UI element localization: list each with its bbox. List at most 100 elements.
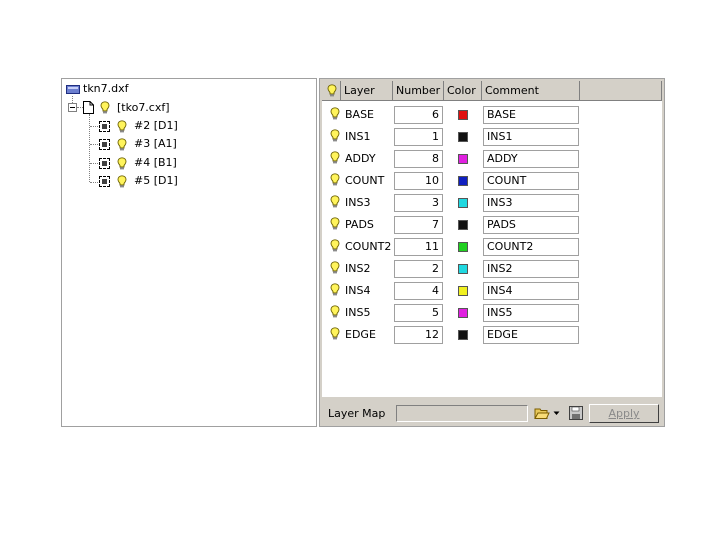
lightbulb-icon[interactable] xyxy=(330,129,340,142)
lightbulb-icon[interactable] xyxy=(117,120,127,133)
layer-name: INS1 xyxy=(345,130,371,143)
layer-number-field[interactable]: 4 xyxy=(394,282,443,300)
layer-comment-field[interactable]: COUNT xyxy=(483,172,579,190)
open-layer-map-button[interactable] xyxy=(532,405,562,422)
header-color[interactable]: Color xyxy=(444,81,482,101)
layer-number-field[interactable]: 12 xyxy=(394,326,443,344)
drive-icon xyxy=(66,85,80,94)
header-visibility[interactable] xyxy=(322,81,341,101)
lightbulb-icon[interactable] xyxy=(117,138,127,151)
layer-name: INS5 xyxy=(345,306,371,319)
tree-root-label[interactable]: tkn7.dxf xyxy=(83,82,129,96)
layer-number-field[interactable]: 7 xyxy=(394,216,443,234)
layer-color-swatch[interactable] xyxy=(458,330,468,340)
tree-collapse-toggle[interactable] xyxy=(68,103,77,112)
layer-name: ADDY xyxy=(345,152,376,165)
node-select-icon[interactable] xyxy=(99,158,110,169)
layer-number-field[interactable]: 11 xyxy=(394,238,443,256)
tree-node-label[interactable]: #4 [B1] xyxy=(134,156,177,170)
table-row[interactable]: BASE 6 BASE xyxy=(322,105,662,125)
tree-node-label[interactable]: #3 [A1] xyxy=(134,137,177,151)
tree-node-label[interactable]: #2 [D1] xyxy=(134,119,178,133)
lightbulb-icon[interactable] xyxy=(117,157,127,170)
table-row[interactable]: INS1 1 INS1 xyxy=(322,127,662,147)
layer-comment-field[interactable]: INS3 xyxy=(483,194,579,212)
table-row[interactable]: PADS 7 PADS xyxy=(322,215,662,235)
node-select-icon[interactable] xyxy=(99,139,110,150)
layer-name: COUNT2 xyxy=(345,240,392,253)
layer-comment-field[interactable]: COUNT2 xyxy=(483,238,579,256)
layer-name: INS2 xyxy=(345,262,371,275)
layer-comment-field[interactable]: PADS xyxy=(483,216,579,234)
table-row[interactable]: COUNT 10 COUNT xyxy=(322,171,662,191)
layer-color-swatch[interactable] xyxy=(458,132,468,142)
header-number[interactable]: Number xyxy=(393,81,444,101)
header-comment[interactable]: Comment xyxy=(482,81,580,101)
layer-name: INS4 xyxy=(345,284,371,297)
layer-comment-field[interactable]: INS5 xyxy=(483,304,579,322)
lightbulb-icon xyxy=(327,84,337,97)
layer-color-swatch[interactable] xyxy=(458,176,468,186)
lightbulb-icon[interactable] xyxy=(100,101,110,114)
node-select-icon[interactable] xyxy=(99,121,110,132)
layer-comment-field[interactable]: INS4 xyxy=(483,282,579,300)
layer-comment-field[interactable]: INS2 xyxy=(483,260,579,278)
layer-number-field[interactable]: 2 xyxy=(394,260,443,278)
lightbulb-icon[interactable] xyxy=(330,283,340,296)
layer-name: COUNT xyxy=(345,174,385,187)
lightbulb-icon[interactable] xyxy=(330,107,340,120)
layer-number-field[interactable]: 10 xyxy=(394,172,443,190)
lightbulb-icon[interactable] xyxy=(330,217,340,230)
layer-color-swatch[interactable] xyxy=(458,220,468,230)
layer-comment-field[interactable]: ADDY xyxy=(483,150,579,168)
header-filler xyxy=(580,81,662,101)
document-icon xyxy=(83,101,94,114)
layer-tree-panel[interactable]: tkn7.dxf [tko7.cxf] #2 [D1] #3 [A1] #4 [… xyxy=(61,78,317,427)
layer-color-swatch[interactable] xyxy=(458,154,468,164)
layer-number-field[interactable]: 1 xyxy=(394,128,443,146)
layer-color-swatch[interactable] xyxy=(458,264,468,274)
layer-map-bar: Layer Map Apply xyxy=(322,401,662,425)
lightbulb-icon[interactable] xyxy=(330,261,340,274)
layer-name: BASE xyxy=(345,108,375,121)
layer-color-swatch[interactable] xyxy=(458,308,468,318)
layer-comment-field[interactable]: INS1 xyxy=(483,128,579,146)
lightbulb-icon[interactable] xyxy=(330,239,340,252)
layer-grid[interactable]: Layer Number Color Comment BASE 6 BASE INS1… xyxy=(322,81,662,397)
layer-comment-field[interactable]: BASE xyxy=(483,106,579,124)
layer-map-label: Layer Map xyxy=(328,407,386,420)
lightbulb-icon[interactable] xyxy=(117,175,127,188)
layer-number-field[interactable]: 3 xyxy=(394,194,443,212)
lightbulb-icon[interactable] xyxy=(330,305,340,318)
layer-number-field[interactable]: 5 xyxy=(394,304,443,322)
lightbulb-icon[interactable] xyxy=(330,151,340,164)
header-layer[interactable]: Layer xyxy=(341,81,393,101)
lightbulb-icon[interactable] xyxy=(330,195,340,208)
table-row[interactable]: COUNT2 11 COUNT2 xyxy=(322,237,662,257)
node-select-icon[interactable] xyxy=(99,176,110,187)
lightbulb-icon[interactable] xyxy=(330,327,340,340)
layer-name: PADS xyxy=(345,218,374,231)
chevron-down-icon xyxy=(553,411,560,415)
layer-name: EDGE xyxy=(345,328,376,341)
table-row[interactable]: INS5 5 INS5 xyxy=(322,303,662,323)
layer-color-swatch[interactable] xyxy=(458,242,468,252)
layer-map-field[interactable] xyxy=(396,405,528,422)
layer-color-swatch[interactable] xyxy=(458,286,468,296)
apply-button[interactable]: Apply xyxy=(589,404,659,423)
open-folder-icon xyxy=(534,408,550,419)
layer-color-swatch[interactable] xyxy=(458,198,468,208)
layer-number-field[interactable]: 8 xyxy=(394,150,443,168)
table-row[interactable]: INS4 4 INS4 xyxy=(322,281,662,301)
table-row[interactable]: INS3 3 INS3 xyxy=(322,193,662,213)
save-icon[interactable] xyxy=(568,405,584,421)
tree-child-label[interactable]: [tko7.cxf] xyxy=(117,101,170,115)
layer-color-swatch[interactable] xyxy=(458,110,468,120)
tree-node-label[interactable]: #5 [D1] xyxy=(134,174,178,188)
table-row[interactable]: ADDY 8 ADDY xyxy=(322,149,662,169)
table-row[interactable]: INS2 2 INS2 xyxy=(322,259,662,279)
lightbulb-icon[interactable] xyxy=(330,173,340,186)
layer-comment-field[interactable]: EDGE xyxy=(483,326,579,344)
layer-number-field[interactable]: 6 xyxy=(394,106,443,124)
table-row[interactable]: EDGE 12 EDGE xyxy=(322,325,662,345)
